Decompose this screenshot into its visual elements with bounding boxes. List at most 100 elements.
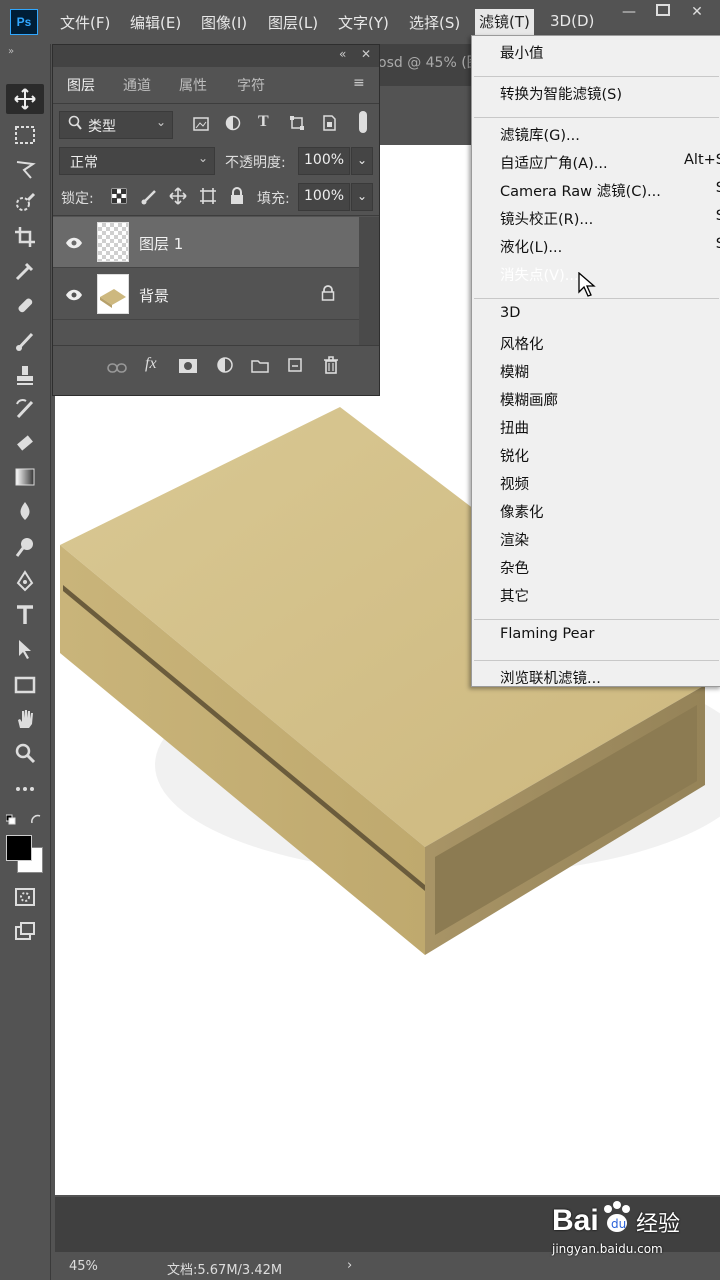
visibility-eye-icon[interactable] <box>65 234 83 253</box>
filter-menu-item[interactable]: 渲染 <box>500 529 529 550</box>
hand-tool-icon[interactable] <box>6 704 44 734</box>
lock-artboard-icon[interactable] <box>199 187 217 209</box>
stamp-tool-icon[interactable] <box>6 360 44 390</box>
blur-tool-icon[interactable] <box>6 496 44 526</box>
panel-menu-icon[interactable]: ≡ <box>353 75 365 91</box>
filter-menu-item[interactable]: 滤镜库(G)... <box>500 124 580 145</box>
close-window-icon[interactable]: ✕ <box>686 4 708 22</box>
filter-menu-item[interactable]: 锐化 <box>500 445 529 466</box>
filter-toggle[interactable] <box>359 111 367 133</box>
filter-menu-item[interactable]: 像素化 <box>500 501 544 522</box>
menu-filter[interactable]: 滤镜(T) <box>475 9 534 35</box>
document-size-info[interactable]: 文档:5.67M/3.42M <box>167 1259 282 1278</box>
fill-dropdown-icon[interactable]: ⌄ <box>351 183 373 211</box>
filter-menu-item[interactable]: 消失点(V)... <box>500 264 579 285</box>
filter-menu-item[interactable]: Flaming Pear <box>500 626 594 642</box>
opacity-dropdown-icon[interactable]: ⌄ <box>351 147 373 175</box>
quick-mask-icon[interactable] <box>6 882 44 912</box>
layers-scrollbar[interactable] <box>359 217 379 345</box>
add-mask-icon[interactable] <box>179 358 197 377</box>
filter-menu-item[interactable]: 风格化 <box>500 333 544 354</box>
filter-menu-item[interactable]: Camera Raw 滤镜(C)... <box>500 180 661 201</box>
filter-adjustment-icon[interactable] <box>225 115 241 135</box>
filter-menu-item[interactable]: 模糊 <box>500 361 529 382</box>
filter-type-icon[interactable]: T <box>258 113 269 131</box>
opacity-input[interactable]: 100% <box>298 147 350 175</box>
close-panel-icon[interactable]: ✕ <box>361 47 371 61</box>
filter-shape-icon[interactable] <box>289 115 305 135</box>
lock-image-icon[interactable] <box>141 187 159 209</box>
lock-label: 锁定: <box>61 191 94 207</box>
zoom-level[interactable]: 45% <box>69 1259 98 1274</box>
filter-menu-item[interactable]: 模糊画廊 <box>500 389 558 410</box>
type-tool-icon[interactable] <box>6 600 44 630</box>
filter-menu-item[interactable]: 液化(L)... <box>500 236 562 257</box>
filter-menu-item[interactable]: 自适应广角(A)... <box>500 152 608 173</box>
gradient-tool-icon[interactable] <box>6 462 44 492</box>
layer-row-layer-1[interactable]: 图层 1 <box>53 217 359 267</box>
link-layers-icon[interactable] <box>107 359 127 378</box>
filter-menu-item[interactable]: 其它 <box>500 585 529 606</box>
marquee-tool-icon[interactable] <box>6 120 44 150</box>
layer-effects-icon[interactable]: fx <box>145 355 157 373</box>
menu-select[interactable]: 选择(S) <box>409 12 460 33</box>
crop-tool-icon[interactable] <box>6 222 44 252</box>
eraser-tool-icon[interactable] <box>6 428 44 458</box>
new-layer-icon[interactable] <box>287 357 303 377</box>
minimize-icon[interactable]: — <box>618 4 640 22</box>
lock-position-icon[interactable] <box>169 187 187 209</box>
quick-select-tool-icon[interactable] <box>6 188 44 218</box>
dodge-tool-icon[interactable] <box>6 532 44 562</box>
fill-input[interactable]: 100% <box>298 183 350 211</box>
menu-file[interactable]: 文件(F) <box>60 12 110 33</box>
maximize-icon[interactable] <box>652 4 674 22</box>
filter-menu-item[interactable]: 杂色 <box>500 557 529 578</box>
lock-all-icon[interactable] <box>229 187 245 209</box>
move-tool-icon[interactable] <box>6 84 44 114</box>
filter-smart-object-icon[interactable] <box>321 115 337 135</box>
pen-tool-icon[interactable] <box>6 566 44 596</box>
screen-mode-icon[interactable] <box>6 916 44 946</box>
new-group-icon[interactable] <box>251 358 269 377</box>
lock-transparent-icon[interactable] <box>111 188 127 208</box>
filter-pixel-icon[interactable] <box>193 116 209 135</box>
filter-menu-item[interactable]: 视频 <box>500 473 529 494</box>
swap-colors-icon[interactable] <box>5 812 44 831</box>
tab-properties[interactable]: 属性 <box>167 69 219 103</box>
tab-character[interactable]: 字符 <box>225 69 277 103</box>
layer-filter-select[interactable]: 类型 ⌄ <box>59 111 173 139</box>
lasso-tool-icon[interactable] <box>6 154 44 184</box>
delete-layer-icon[interactable] <box>323 356 339 378</box>
rectangle-tool-icon[interactable] <box>6 670 44 700</box>
filter-menu-item[interactable]: 3D <box>500 305 520 321</box>
status-menu-arrow-icon[interactable]: › <box>347 1258 352 1273</box>
healing-brush-tool-icon[interactable] <box>6 290 44 320</box>
tab-channels[interactable]: 通道 <box>111 69 163 103</box>
filter-menu-item[interactable]: 浏览联机滤镜... <box>500 667 601 688</box>
collapse-panel-icon[interactable]: « <box>339 47 346 61</box>
filter-menu-item[interactable]: 扭曲 <box>500 417 529 438</box>
panel-title-bar[interactable]: « ✕ <box>53 45 379 67</box>
zoom-tool-icon[interactable] <box>6 738 44 768</box>
document-tab[interactable]: osd @ 45% (图 <box>378 52 481 72</box>
menu-layer[interactable]: 图层(L) <box>268 12 318 33</box>
brush-tool-icon[interactable] <box>6 326 44 356</box>
collapse-toolbox-icon[interactable]: » <box>8 46 14 57</box>
filter-menu-item[interactable]: 镜头校正(R)... <box>500 208 593 229</box>
blend-mode-select[interactable]: 正常 ⌄ <box>59 147 215 175</box>
filter-menu-item[interactable]: 转换为智能滤镜(S) <box>500 83 622 104</box>
menu-edit[interactable]: 编辑(E) <box>130 12 181 33</box>
filter-menu-item[interactable]: 最小值 <box>500 42 544 63</box>
history-brush-tool-icon[interactable] <box>6 394 44 424</box>
foreground-color-swatch[interactable] <box>6 835 32 861</box>
layer-row-background[interactable]: 背景 <box>53 269 359 319</box>
eyedropper-tool-icon[interactable] <box>6 256 44 286</box>
menu-3d[interactable]: 3D(D) <box>550 12 594 30</box>
new-adjustment-layer-icon[interactable] <box>217 357 233 377</box>
path-selection-tool-icon[interactable] <box>6 634 44 664</box>
tab-layers[interactable]: 图层 <box>55 69 107 103</box>
menu-image[interactable]: 图像(I) <box>201 12 247 33</box>
visibility-eye-icon[interactable] <box>65 286 83 305</box>
more-tools-icon[interactable] <box>6 774 44 804</box>
menu-type[interactable]: 文字(Y) <box>338 12 389 33</box>
